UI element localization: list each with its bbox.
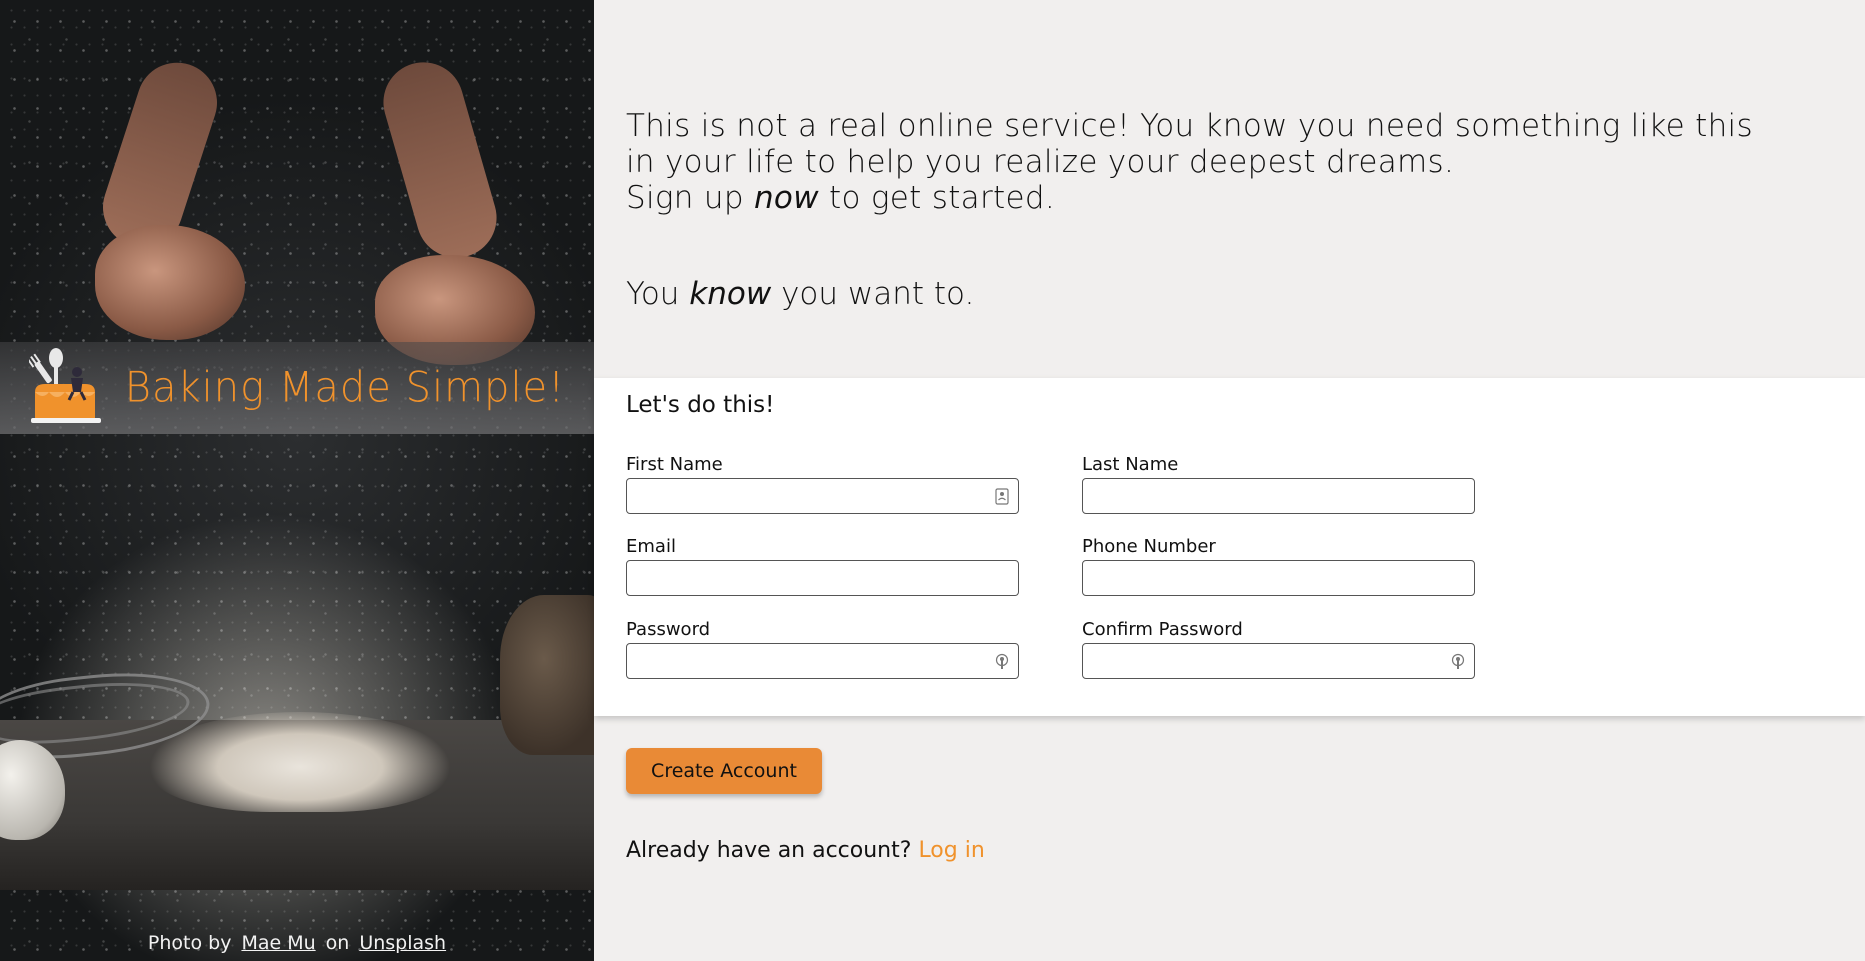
login-prompt: Already have an account? Log in [626,838,985,863]
intro-line-3: You know you want to. [626,276,974,312]
hero-image-panel: Baking Made Simple! Photo by Mae Mu on U… [0,0,594,961]
credit-prefix: Photo by [147,932,232,954]
brand-title: Baking Made Simple! [124,363,566,413]
left-hand [95,225,245,340]
credit-author-link[interactable]: Mae Mu [241,932,315,954]
intro-line-3-end: you want to. [781,276,975,312]
password-field: Password [626,619,1019,679]
phone-label: Phone Number [1082,536,1216,557]
key-icon[interactable] [1451,653,1465,670]
confirm-password-input[interactable] [1083,644,1474,678]
intro-line-2-emphasis: now [753,180,819,216]
password-box [626,643,1019,679]
first-name-input[interactable] [627,479,1018,513]
last-name-input[interactable] [1083,479,1474,513]
contact-card-icon[interactable] [995,488,1009,505]
last-name-field: Last Name [1082,454,1475,514]
intro-line-3-start: You [626,276,680,312]
confirm-password-label: Confirm Password [1082,619,1243,640]
password-label: Password [626,619,711,640]
last-name-label: Last Name [1082,454,1179,475]
create-account-button[interactable]: Create Account [626,748,822,794]
login-prompt-text: Already have an account? [626,838,912,863]
flour-pile [150,712,450,812]
intro-line-2: Sign up now to get started. [626,180,1768,216]
flour-sack [500,595,594,755]
email-field: Email [626,536,1019,596]
confirm-password-field: Confirm Password [1082,619,1475,679]
intro-line-1: This is not a real online service! You k… [626,108,1753,180]
phone-field: Phone Number [1082,536,1475,596]
credit-source-link[interactable]: Unsplash [359,932,446,954]
key-icon[interactable] [995,653,1009,670]
cake-logo-icon [26,348,103,428]
email-box [626,560,1019,596]
first-name-field: First Name [626,454,1019,514]
phone-input[interactable] [1083,561,1474,595]
first-name-box [626,478,1019,514]
intro-line-2-end: to get started. [829,180,1055,216]
form-heading: Let's do this! [626,392,775,418]
password-input[interactable] [627,644,1018,678]
brand-banner: Baking Made Simple! [0,342,594,434]
email-label: Email [626,536,676,557]
intro-line-3-emphasis: know [689,276,772,312]
signup-form: Let's do this! First Name Last Name Emai… [594,378,1865,716]
intro-line-2-start: Sign up [626,180,744,216]
login-link[interactable]: Log in [918,838,984,863]
confirm-password-box [1082,643,1475,679]
photo-credit: Photo by Mae Mu on Unsplash [0,925,594,961]
last-name-box [1082,478,1475,514]
first-name-label: First Name [626,454,723,475]
intro-text: This is not a real online service! You k… [626,108,1768,216]
credit-middle: on [325,932,350,954]
phone-box [1082,560,1475,596]
email-input[interactable] [627,561,1018,595]
